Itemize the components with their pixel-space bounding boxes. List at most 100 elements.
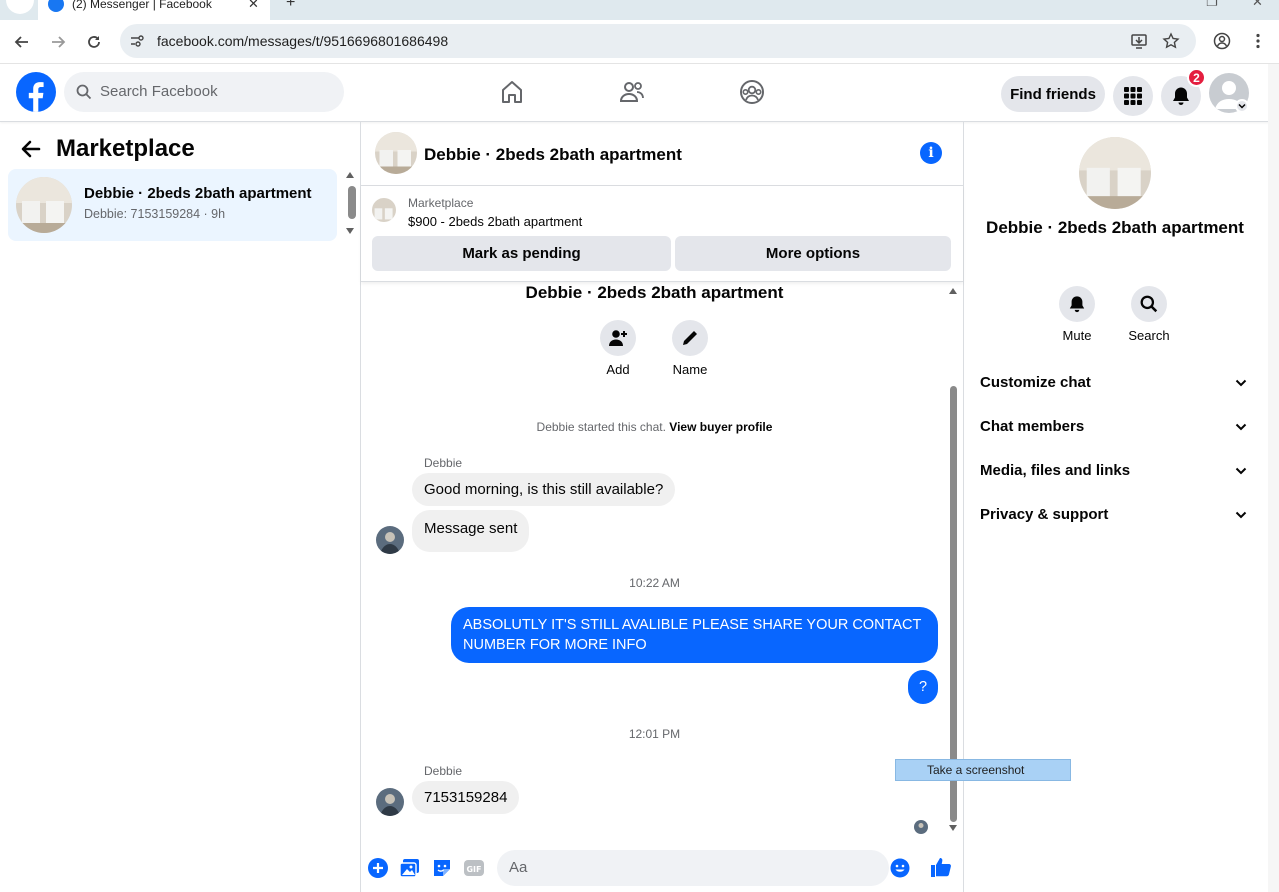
- sticker-icon[interactable]: [431, 857, 453, 879]
- outgoing-message[interactable]: ABSOLUTLY IT'S STILL AVALIBLE PLEASE SHA…: [451, 607, 938, 663]
- list-scroll-down[interactable]: [346, 228, 354, 234]
- gif-icon[interactable]: GIF: [463, 857, 485, 879]
- message-timestamp: 12:01 PM: [628, 727, 681, 741]
- list-scrollbar-thumb[interactable]: [348, 186, 356, 219]
- reload-icon: [88, 36, 100, 48]
- reload-button[interactable]: [82, 30, 106, 54]
- pencil-icon: [683, 331, 697, 345]
- facebook-header: Search Facebook Find friends: [0, 64, 1279, 122]
- close-window-icon[interactable]: ✕: [1252, 0, 1263, 10]
- tab-search-button[interactable]: [6, 0, 34, 14]
- restore-window-icon[interactable]: ❐: [1206, 0, 1218, 10]
- section-label: Privacy & support: [980, 506, 1109, 523]
- section-label: Chat members: [980, 418, 1085, 435]
- install-app-icon[interactable]: [1130, 32, 1148, 50]
- thread-scroll-up[interactable]: [949, 288, 957, 294]
- add-person-icon: [609, 330, 627, 346]
- incoming-message[interactable]: Message sent: [412, 510, 530, 552]
- forward-button[interactable]: [46, 30, 70, 54]
- tab-title: (2) Messenger | Facebook: [72, 0, 212, 11]
- chat-members-section[interactable]: Chat members: [980, 412, 1250, 442]
- privacy-support-section[interactable]: Privacy & support: [980, 500, 1250, 530]
- more-actions-plus-icon[interactable]: [367, 857, 389, 879]
- mark-as-pending-button[interactable]: Mark as pending: [372, 236, 671, 271]
- message-thread: Debbie · 2beds 2bath apartment Add Name …: [361, 282, 963, 842]
- mute-button[interactable]: Mute: [1047, 286, 1107, 343]
- outgoing-message[interactable]: ?: [908, 670, 938, 704]
- groups-icon[interactable]: [739, 79, 765, 105]
- browser-tab-strip: (2) Messenger | Facebook ✕ + ❐ ✕: [0, 0, 1279, 20]
- find-friends-button[interactable]: Find friends: [1001, 76, 1105, 112]
- search-label: Search: [1128, 328, 1170, 343]
- listing-thumbnail-small[interactable]: [372, 198, 396, 222]
- grid-menu-icon: [1124, 87, 1142, 105]
- sender-name: Debbie: [424, 764, 463, 778]
- chat-details-panel: Debbie · 2beds 2bath apartment Mute Sear…: [964, 122, 1279, 892]
- add-label: Add: [606, 362, 630, 377]
- started-text: Debbie started this chat.: [536, 420, 666, 434]
- thread-scrollbar-thumb[interactable]: [950, 386, 957, 822]
- search-icon: [76, 84, 92, 100]
- add-people-button[interactable]: Add: [588, 320, 648, 377]
- facebook-favicon-icon: [48, 0, 64, 12]
- panel-title: Marketplace: [56, 135, 195, 162]
- conversation-name: Debbie · 2beds 2bath apartment: [84, 185, 312, 202]
- bookmark-star-icon[interactable]: [1162, 32, 1180, 50]
- listing-thumbnail: [16, 177, 72, 233]
- back-button[interactable]: [10, 30, 34, 54]
- notification-badge: 2: [1187, 68, 1206, 87]
- attach-photo-icon[interactable]: [399, 857, 421, 879]
- facebook-logo-icon[interactable]: [16, 72, 56, 112]
- view-buyer-profile-link[interactable]: View buyer profile: [669, 420, 772, 434]
- back-arrow-icon: [14, 36, 28, 48]
- search-in-chat-button[interactable]: Search: [1119, 286, 1179, 343]
- message-placeholder: Aa: [509, 859, 528, 876]
- details-avatar[interactable]: [1079, 137, 1151, 209]
- account-chevron-icon[interactable]: [1235, 99, 1249, 113]
- sender-avatar[interactable]: [376, 788, 404, 816]
- bell-icon: [1173, 87, 1189, 105]
- browser-tab-messenger[interactable]: (2) Messenger | Facebook ✕: [38, 0, 270, 20]
- thumbs-up-icon[interactable]: [929, 855, 953, 879]
- home-icon[interactable]: [499, 79, 525, 105]
- facebook-search-input[interactable]: Search Facebook: [64, 72, 344, 112]
- customize-chat-section[interactable]: Customize chat: [980, 368, 1250, 398]
- message-composer: GIF Aa: [361, 842, 963, 892]
- address-bar[interactable]: facebook.com/messages/t/9516696801686498: [120, 24, 1196, 58]
- info-icon[interactable]: i: [920, 142, 942, 164]
- url-text: facebook.com/messages/t/9516696801686498: [157, 33, 449, 49]
- menu-button[interactable]: [1113, 76, 1153, 116]
- section-label: Media, files and links: [980, 462, 1131, 479]
- friends-icon[interactable]: [619, 79, 645, 105]
- sender-avatar[interactable]: [376, 526, 404, 554]
- chat-title[interactable]: Debbie · 2beds 2bath apartment: [424, 145, 682, 165]
- mute-label: Mute: [1062, 328, 1092, 343]
- message-input[interactable]: Aa: [497, 850, 910, 886]
- profile-icon[interactable]: [1213, 32, 1231, 50]
- incoming-message[interactable]: 7153159284: [412, 781, 520, 814]
- more-options-button[interactable]: More options: [675, 236, 951, 271]
- forward-arrow-icon: [52, 36, 66, 48]
- chevron-down-icon: [1235, 379, 1247, 387]
- kebab-menu-icon[interactable]: [1249, 32, 1267, 50]
- thread-title: Debbie · 2beds 2bath apartment: [525, 283, 784, 302]
- chat-avatar[interactable]: [375, 132, 417, 174]
- sender-name: Debbie: [424, 456, 463, 470]
- chevron-down-icon: [1235, 423, 1247, 431]
- list-scroll-up[interactable]: [346, 172, 354, 178]
- search-icon: [1140, 295, 1158, 313]
- new-tab-icon[interactable]: +: [286, 0, 295, 12]
- section-label: Customize chat: [980, 374, 1091, 391]
- page-scrollbar[interactable]: [1268, 64, 1279, 892]
- thread-scroll-down[interactable]: [949, 825, 957, 831]
- media-files-links-section[interactable]: Media, files and links: [980, 456, 1250, 486]
- conversation-preview: Debbie: 7153159284 · 9h: [84, 207, 226, 221]
- name-label: Name: [672, 362, 708, 377]
- name-chat-button[interactable]: Name: [660, 320, 720, 377]
- tab-close-icon[interactable]: ✕: [248, 0, 259, 12]
- listing-title[interactable]: $900 - 2beds 2bath apartment: [408, 214, 582, 229]
- emoji-icon[interactable]: [890, 858, 910, 878]
- incoming-message[interactable]: Good morning, is this still available?: [412, 473, 676, 506]
- conversation-row[interactable]: Debbie · 2beds 2bath apartment Debbie: 7…: [8, 169, 337, 241]
- back-arrow-icon[interactable]: [20, 138, 42, 160]
